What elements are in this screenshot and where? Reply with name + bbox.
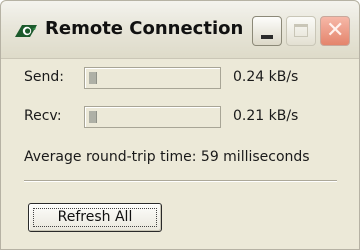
window-title: Remote Connection [45, 18, 244, 39]
divider [24, 180, 337, 182]
recv-label: Recv: [24, 108, 62, 124]
maximize-button[interactable] [286, 16, 316, 46]
refresh-all-label: Refresh All [57, 209, 133, 225]
remote-connection-window: Remote Connection ✕ Send: 0.24 kB/s Recv… [0, 0, 360, 250]
remote-connection-icon [13, 23, 39, 39]
refresh-all-button[interactable]: Refresh All [28, 203, 162, 232]
minimize-button[interactable] [252, 16, 282, 46]
close-icon: ✕ [326, 18, 345, 43]
recv-rate: 0.21 kB/s [233, 108, 299, 124]
recv-meter [84, 106, 221, 128]
title-bar[interactable]: Remote Connection ✕ [1, 1, 359, 59]
send-meter [84, 67, 221, 89]
minimize-icon [261, 35, 273, 39]
send-label: Send: [24, 69, 64, 85]
close-button[interactable]: ✕ [320, 16, 350, 46]
round-trip-time: Average round-trip time: 59 milliseconds [24, 149, 310, 165]
maximize-icon [294, 24, 308, 37]
send-meter-fill [89, 72, 97, 84]
send-rate: 0.24 kB/s [233, 69, 299, 85]
recv-meter-fill [89, 111, 97, 123]
